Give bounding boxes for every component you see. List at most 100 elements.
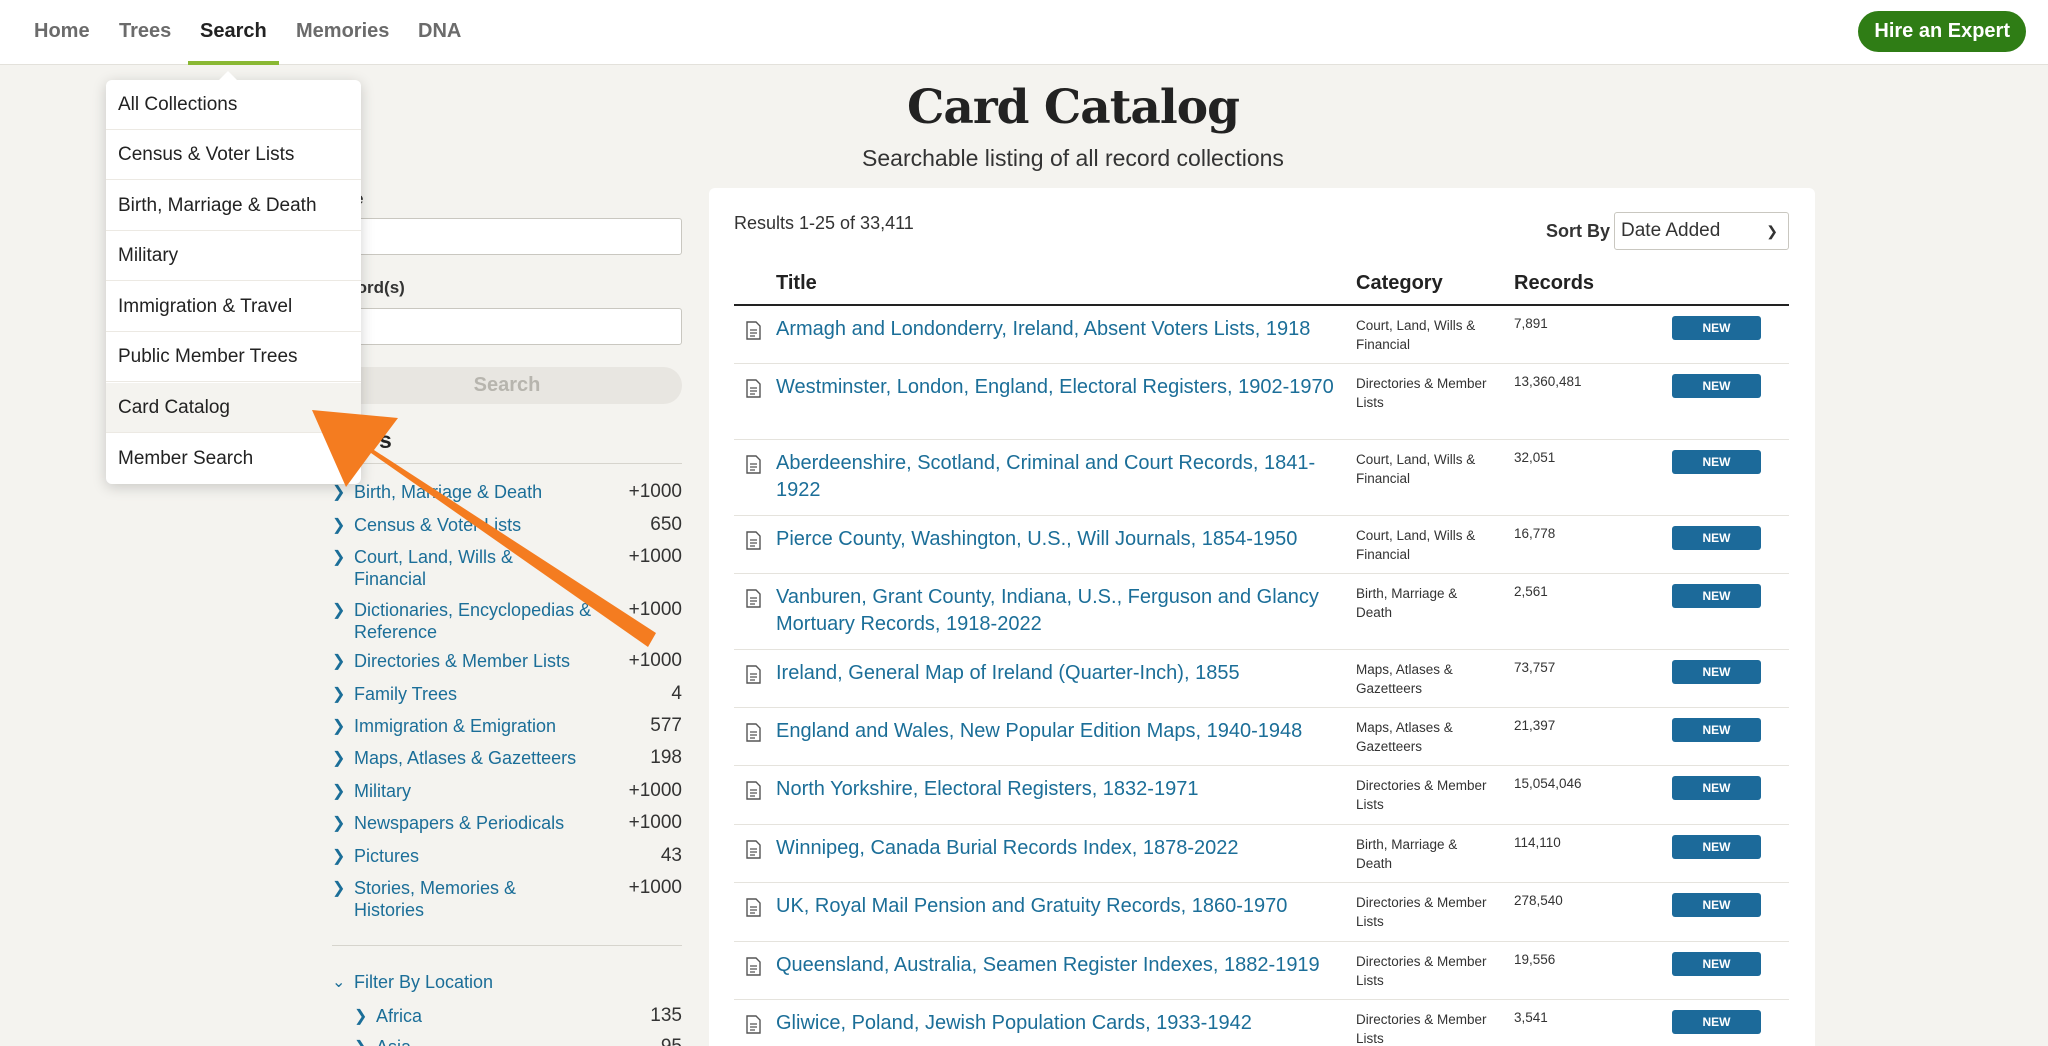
nav-memories[interactable]: Memories [296, 0, 389, 65]
location-label: Asia [376, 1036, 626, 1046]
record-title-link[interactable]: Vanburen, Grant County, Indiana, U.S., F… [776, 584, 1336, 638]
record-title-link[interactable]: England and Wales, New Popular Edition M… [776, 718, 1336, 745]
chevron-right-icon: ❯ [332, 549, 346, 566]
menu-item-census-voter-lists[interactable]: Census & Voter Lists [106, 130, 361, 180]
table-row: Winnipeg, Canada Burial Records Index, 1… [734, 825, 1789, 883]
table-row: UK, Royal Mail Pension and Gratuity Reco… [734, 883, 1789, 942]
table-row: North Yorkshire, Electoral Registers, 18… [734, 766, 1789, 825]
category-label: Immigration & Emigration [354, 716, 557, 736]
column-header-records[interactable]: Records [1514, 272, 1594, 295]
menu-item-card-catalog[interactable]: Card Catalog [106, 383, 361, 433]
menu-item-all-collections[interactable]: All Collections [106, 80, 361, 130]
new-badge: NEW [1672, 374, 1761, 398]
menu-item-birth-marriage-death[interactable]: Birth, Marriage & Death [106, 181, 361, 231]
category-label: Stories, Memories & Histories [354, 878, 517, 920]
record-title-link[interactable]: Gliwice, Poland, Jewish Population Cards… [776, 1010, 1336, 1037]
menu-item-public-member-trees[interactable]: Public Member Trees [106, 332, 361, 382]
category-label: Military [354, 781, 411, 801]
nav-trees[interactable]: Trees [119, 0, 171, 65]
record-category: Maps, Atlases & Gazetteers [1356, 662, 1453, 696]
record-category: Birth, Marriage & Death [1356, 586, 1458, 620]
chevron-right-icon: ❯ [332, 686, 346, 703]
category-count: +1000 [628, 650, 682, 671]
location-count: 135 [650, 1005, 682, 1026]
menu-item-military[interactable]: Military [106, 231, 361, 281]
location-label: Africa [376, 1006, 423, 1026]
column-header-category[interactable]: Category [1356, 272, 1443, 295]
record-category: Maps, Atlases & Gazetteers [1356, 720, 1453, 754]
record-category: Court, Land, Wills & Financial [1356, 528, 1476, 562]
hire-expert-button[interactable]: Hire an Expert [1858, 11, 2026, 52]
table-row: Aberdeenshire, Scotland, Criminal and Co… [734, 440, 1789, 516]
menu-item-member-search[interactable]: Member Search [106, 434, 361, 484]
category-count: +1000 [628, 780, 682, 801]
new-badge: NEW [1672, 776, 1761, 800]
chevron-right-icon: ❯ [332, 602, 346, 619]
nav-search[interactable]: Search [188, 0, 279, 65]
record-count: 114,110 [1514, 835, 1561, 850]
record-title-link[interactable]: Armagh and Londonderry, Ireland, Absent … [776, 316, 1336, 343]
nav-home[interactable]: Home [34, 0, 90, 65]
category-count: +1000 [628, 812, 682, 833]
record-category: Directories & Member Lists [1356, 1012, 1487, 1046]
record-title-link[interactable]: Westminster, London, England, Electoral … [776, 374, 1336, 401]
record-title-link[interactable]: North Yorkshire, Electoral Registers, 18… [776, 776, 1336, 803]
sort-select[interactable]: Date Added ❯ [1614, 212, 1789, 250]
record-title-link[interactable]: Ireland, General Map of Ireland (Quarter… [776, 660, 1336, 687]
document-icon [746, 531, 761, 550]
document-icon [746, 840, 761, 859]
category-count: 4 [671, 683, 682, 704]
document-icon [746, 379, 761, 398]
record-category: Birth, Marriage & Death [1356, 837, 1458, 871]
chevron-right-icon: ❯ [332, 484, 346, 501]
document-icon [746, 1015, 761, 1034]
category-label: Court, Land, Wills & Financial [354, 547, 514, 589]
nav-dna[interactable]: DNA [418, 0, 461, 65]
document-icon [746, 665, 761, 684]
table-row: Pierce County, Washington, U.S., Will Jo… [734, 516, 1789, 574]
record-title-link[interactable]: Winnipeg, Canada Burial Records Index, 1… [776, 835, 1336, 862]
filter-heading: rs [370, 427, 392, 453]
record-title-link[interactable]: Queensland, Australia, Seamen Register I… [776, 952, 1336, 979]
chevron-down-icon: ⌄ [332, 974, 346, 991]
new-badge: NEW [1672, 952, 1761, 976]
record-count: 13,360,481 [1514, 374, 1582, 389]
keyword-input[interactable] [332, 308, 682, 345]
top-nav: Home Trees Search Memories DNA Hire an E… [0, 0, 2048, 65]
chevron-right-icon: ❯ [332, 815, 346, 832]
table-row: Gliwice, Poland, Jewish Population Cards… [734, 1000, 1789, 1046]
new-badge: NEW [1672, 450, 1761, 474]
table-row: England and Wales, New Popular Edition M… [734, 708, 1789, 766]
record-title-link[interactable]: Pierce County, Washington, U.S., Will Jo… [776, 526, 1336, 553]
chevron-right-icon: ❯ [332, 848, 346, 865]
new-badge: NEW [1672, 526, 1761, 550]
document-icon [746, 589, 761, 608]
record-title-link[interactable]: Aberdeenshire, Scotland, Criminal and Co… [776, 450, 1336, 504]
sort-by-label: Sort By [1546, 221, 1611, 241]
record-title-link[interactable]: UK, Royal Mail Pension and Gratuity Reco… [776, 893, 1336, 920]
search-dropdown-menu: All Collections Census & Voter Lists Bir… [106, 71, 361, 484]
table-row: Armagh and Londonderry, Ireland, Absent … [734, 306, 1789, 364]
location-divider [332, 945, 682, 946]
chevron-right-icon: ❯ [332, 718, 346, 735]
chevron-right-icon: ❯ [332, 783, 346, 800]
chevron-right-icon: ❯ [332, 750, 346, 767]
new-badge: NEW [1672, 660, 1761, 684]
category-label: Dictionaries, Encyclopedias & Reference [354, 600, 592, 642]
category-count: +1000 [628, 877, 682, 898]
record-category: Court, Land, Wills & Financial [1356, 318, 1476, 352]
title-input[interactable] [332, 218, 682, 255]
category-count: +1000 [628, 599, 682, 620]
category-count: 577 [650, 715, 682, 736]
chevron-right-icon: ❯ [332, 653, 346, 670]
menu-item-immigration-travel[interactable]: Immigration & Travel [106, 282, 361, 332]
record-count: 15,054,046 [1514, 776, 1582, 791]
record-count: 3,541 [1514, 1010, 1548, 1025]
chevron-right-icon: ❯ [354, 1008, 368, 1025]
column-header-title[interactable]: Title [776, 272, 817, 295]
new-badge: NEW [1672, 718, 1761, 742]
sidebar-search-button[interactable]: Search [332, 367, 682, 404]
category-label: Directories & Member Lists [354, 651, 571, 671]
document-icon [746, 898, 761, 917]
record-count: 2,561 [1514, 584, 1548, 599]
